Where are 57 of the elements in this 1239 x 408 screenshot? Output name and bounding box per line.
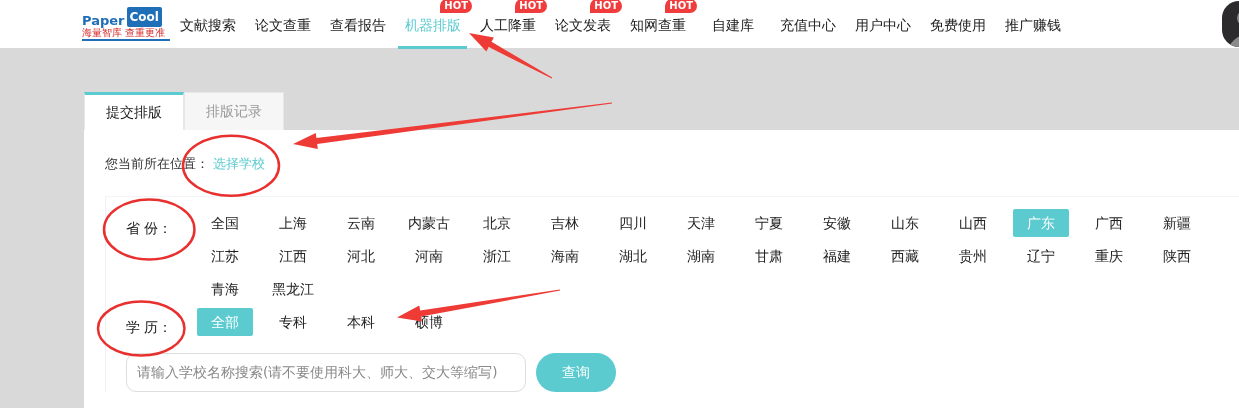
- filter-option[interactable]: 福建: [809, 241, 865, 270]
- filter-option[interactable]: 内蒙古: [401, 208, 457, 237]
- filter-option[interactable]: 青海: [197, 274, 253, 303]
- filter-label: 省 份：: [126, 219, 173, 236]
- nav-link[interactable]: 用户中心: [854, 16, 911, 34]
- filter-option[interactable]: 专科: [265, 307, 321, 336]
- filter-option[interactable]: 云南: [333, 208, 389, 237]
- filter-option[interactable]: 广西: [1081, 208, 1137, 237]
- filter-option[interactable]: 山西: [945, 208, 1001, 237]
- filter-option[interactable]: 贵州: [945, 241, 1001, 270]
- hot-badge: HOT: [515, 0, 547, 13]
- nav-link[interactable]: 自建库: [711, 16, 754, 34]
- filter-option[interactable]: 辽宁: [1013, 241, 1069, 270]
- nav-link[interactable]: 论文查重: [254, 16, 311, 34]
- filter-option[interactable]: 四川: [605, 208, 661, 237]
- logo-badge: Cool: [126, 7, 162, 27]
- filter-option[interactable]: 北京: [469, 208, 525, 237]
- filter-option[interactable]: 湖北: [605, 241, 661, 270]
- filter-option[interactable]: 天津: [673, 208, 729, 237]
- active-underline: [398, 46, 467, 49]
- logo-tagline: 海量智库 查重更准: [82, 27, 170, 41]
- nav-link[interactable]: 推广赚钱: [1004, 16, 1061, 34]
- filter-option[interactable]: 安徽: [809, 208, 865, 237]
- nav-link[interactable]: 人工降重: [479, 16, 536, 34]
- filter-option[interactable]: 陕西: [1149, 241, 1205, 270]
- filter-option[interactable]: 江西: [265, 241, 321, 270]
- hot-badge: HOT: [440, 0, 472, 13]
- filter-option[interactable]: 上海: [265, 208, 321, 237]
- nav-link[interactable]: 知网查重: [629, 16, 686, 34]
- nav-link[interactable]: 充值中心: [779, 16, 836, 34]
- filter-option[interactable]: 吉林: [537, 208, 593, 237]
- nav-link[interactable]: 文献搜索: [179, 16, 236, 34]
- hot-badge: HOT: [665, 0, 697, 13]
- filter-option[interactable]: 宁夏: [741, 208, 797, 237]
- logo-text: Paper: [82, 14, 125, 27]
- search-field[interactable]: 请输入学校名称搜索(请不要使用科大、师大、交大等缩写): [126, 352, 526, 392]
- nav-link[interactable]: 免费使用: [929, 16, 986, 34]
- filter-option[interactable]: 江苏: [197, 241, 253, 270]
- filter-label: 学 历：: [126, 318, 173, 335]
- filter-option[interactable]: 重庆: [1081, 241, 1137, 270]
- filter-option[interactable]: 西藏: [877, 241, 933, 270]
- nav-link[interactable]: 查看报告: [329, 16, 386, 34]
- filter-option[interactable]: 甘肃: [741, 241, 797, 270]
- tab[interactable]: 提交排版: [84, 92, 184, 130]
- filter-option[interactable]: 山东: [877, 208, 933, 237]
- filter-option[interactable]: 本科: [333, 307, 389, 336]
- filter-option[interactable]: 全国: [197, 208, 253, 237]
- filter-option[interactable]: 新疆: [1149, 208, 1205, 237]
- avatar[interactable]: [1222, 1, 1239, 47]
- filter-option[interactable]: 河南: [401, 241, 457, 270]
- filter-option[interactable]: 海南: [537, 241, 593, 270]
- filter-option[interactable]: 湖南: [673, 241, 729, 270]
- filter-option[interactable]: 黑龙江: [265, 274, 321, 303]
- filter-option[interactable]: 河北: [333, 241, 389, 270]
- hot-badge: HOT: [590, 0, 622, 13]
- filter-option[interactable]: 浙江: [469, 241, 525, 270]
- nav-link[interactable]: 论文发表: [554, 16, 611, 34]
